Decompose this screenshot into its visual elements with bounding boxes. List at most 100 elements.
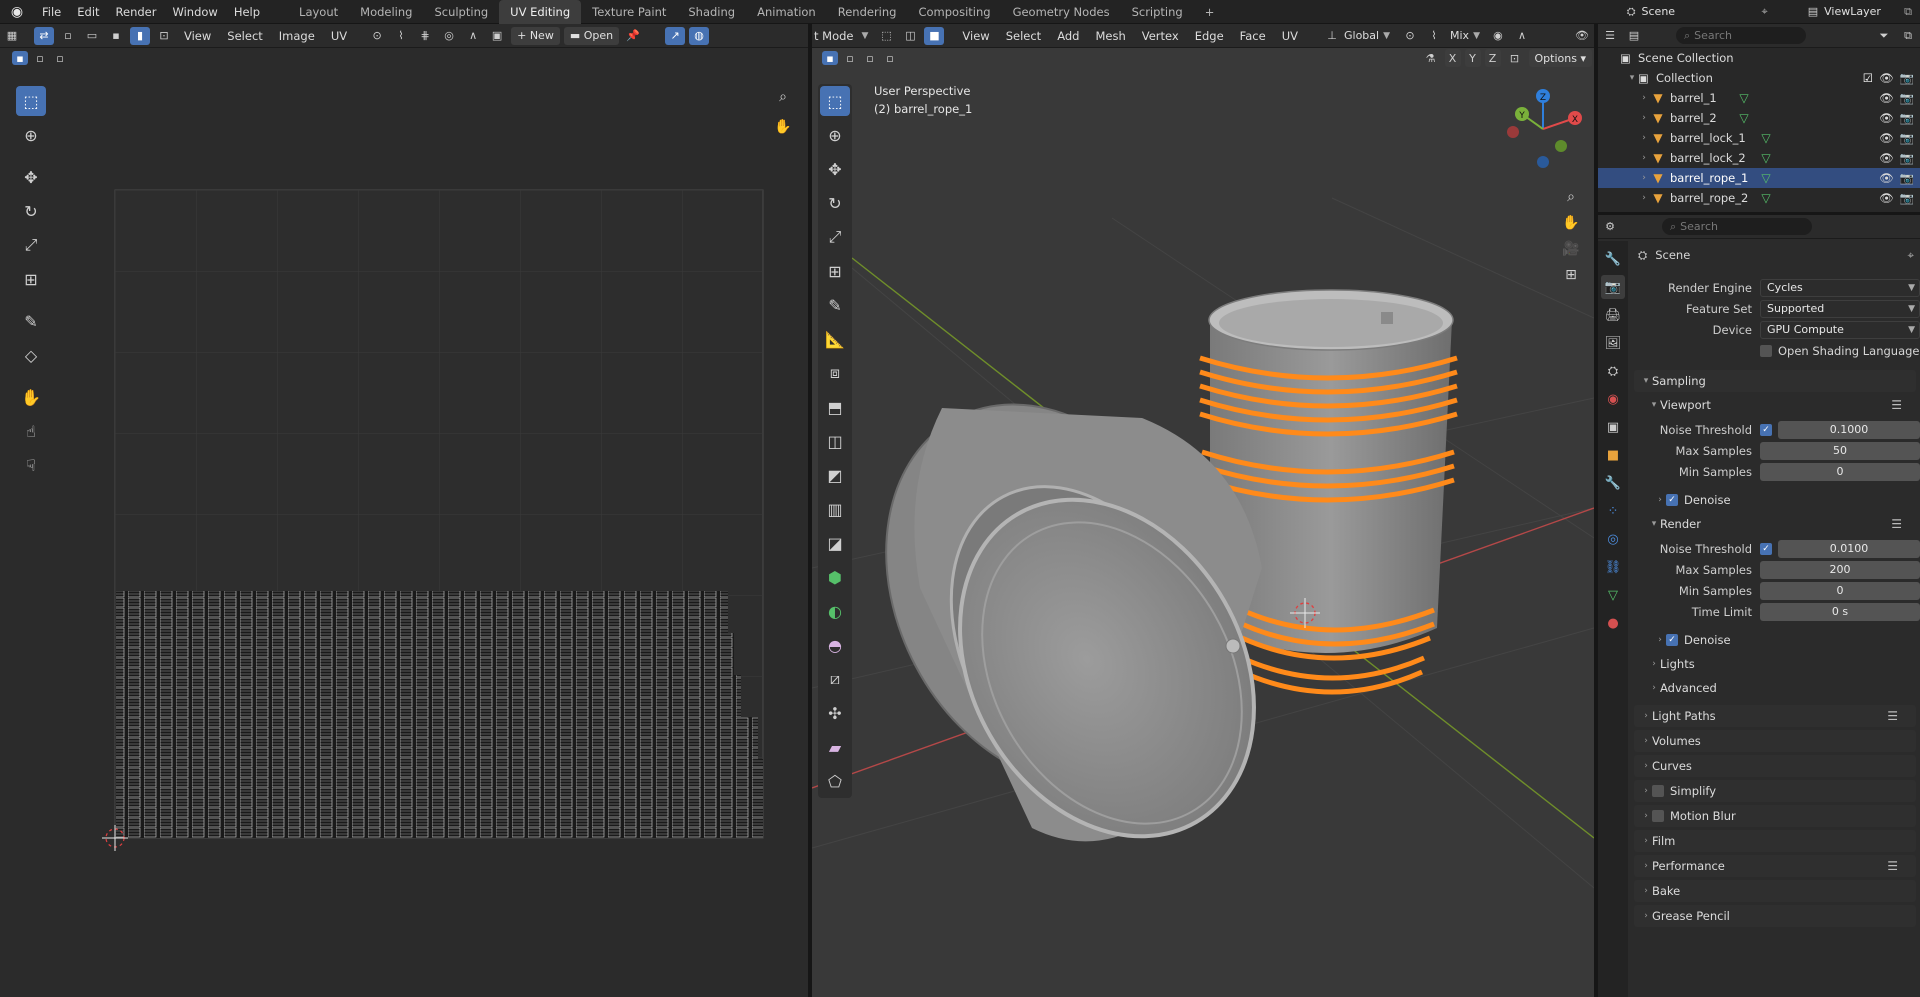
uv-menu-image[interactable]: Image bbox=[271, 29, 323, 43]
edge-mode-icon[interactable]: ◫ bbox=[900, 27, 920, 45]
render-camera-icon[interactable]: 📷 bbox=[1900, 151, 1914, 165]
vp-denoise-subpanel[interactable]: › ✓ Denoise bbox=[1630, 490, 1920, 510]
render-engine-dropdown[interactable]: Cycles ▼ bbox=[1760, 278, 1920, 297]
performance-panel[interactable]: › Performance ☰ bbox=[1634, 855, 1916, 877]
film-panel[interactable]: › Film bbox=[1634, 830, 1916, 852]
viewport-subpanel-header[interactable]: ▾ Viewport ☰ bbox=[1630, 395, 1920, 415]
properties-editor-type-icon[interactable]: ⚙ bbox=[1600, 218, 1620, 236]
vp-rotate-tool-icon[interactable]: ↻ bbox=[820, 188, 850, 218]
viewport-menu-mesh[interactable]: Mesh bbox=[1087, 29, 1133, 43]
menu-render[interactable]: Render bbox=[108, 0, 165, 24]
auto-merge-icon[interactable]: ⊡ bbox=[1505, 49, 1525, 67]
vp-noise-threshold-checkbox[interactable]: ✓ bbox=[1760, 423, 1772, 436]
mesh-data-icon[interactable]: ▽ bbox=[1758, 171, 1774, 185]
advanced-subpanel[interactable]: › Advanced bbox=[1630, 678, 1920, 698]
visibility-eye-icon[interactable]: 👁 bbox=[1879, 131, 1894, 145]
vp-add-cube-tool-icon[interactable]: ⧈ bbox=[820, 358, 850, 388]
simplify-panel[interactable]: › Simplify bbox=[1634, 780, 1916, 802]
mirror-y-toggle[interactable]: Y bbox=[1464, 49, 1481, 67]
vp-loop-cut-tool-icon[interactable]: ▥ bbox=[820, 494, 850, 524]
tab-geometry-nodes[interactable]: Geometry Nodes bbox=[1002, 0, 1121, 24]
viewport-menu-uv[interactable]: UV bbox=[1274, 29, 1306, 43]
snap-mode-selector[interactable]: Mix bbox=[1450, 29, 1469, 42]
viewport-menu-add[interactable]: Add bbox=[1049, 29, 1087, 43]
expand-icon[interactable]: › bbox=[1638, 153, 1650, 163]
viewport-scene[interactable] bbox=[812, 68, 1594, 997]
r-noise-threshold-field[interactable]: 0.0100 bbox=[1778, 539, 1920, 558]
viewport-menu-face[interactable]: Face bbox=[1232, 29, 1274, 43]
vertex-select-icon[interactable]: ▫ bbox=[58, 27, 78, 45]
vp-measure-tool-icon[interactable]: 📐 bbox=[820, 324, 850, 354]
uv-canvas[interactable] bbox=[0, 68, 808, 997]
select-new-icon[interactable]: ▪ bbox=[12, 51, 28, 65]
proportional-edit-icon[interactable]: ◎ bbox=[439, 27, 459, 45]
menu-window[interactable]: Window bbox=[164, 0, 225, 24]
vp-min-samples-field[interactable]: 0 bbox=[1760, 462, 1920, 481]
constraints-tab-icon[interactable]: ⛓ bbox=[1601, 555, 1625, 579]
view-layer-selector[interactable]: ViewLayer bbox=[1824, 5, 1904, 18]
vp-shrink-tool-icon[interactable]: ✣ bbox=[820, 698, 850, 728]
outliner-item[interactable]: › ▼ barrel_rope_2 ▽ 👁 📷 bbox=[1598, 188, 1920, 208]
display-mode-icon[interactable]: ▤ bbox=[1624, 27, 1644, 45]
viewport-menu-view[interactable]: View bbox=[954, 29, 997, 43]
vp-extrude-tool-icon[interactable]: ⬒ bbox=[820, 392, 850, 422]
mesh-data-icon[interactable]: ▽ bbox=[1758, 191, 1774, 205]
pivot-icon[interactable]: ⊙ bbox=[367, 27, 387, 45]
tab-uv-editing[interactable]: UV Editing bbox=[499, 0, 582, 24]
editor-type-icon[interactable]: ▦ bbox=[2, 27, 22, 45]
vp-select-box-tool-icon[interactable]: ⬚ bbox=[820, 86, 850, 116]
collection-tab-icon[interactable]: ▣ bbox=[1601, 415, 1625, 439]
feature-set-dropdown[interactable]: Supported ▼ bbox=[1760, 299, 1920, 318]
scene-collection-row[interactable]: ▣ Scene Collection bbox=[1598, 48, 1920, 68]
motion-blur-checkbox[interactable] bbox=[1652, 810, 1664, 822]
filter-icon[interactable]: ⏷ bbox=[1874, 27, 1894, 45]
mode-selector[interactable]: t Mode bbox=[812, 29, 862, 43]
outliner-item[interactable]: › ▼ barrel_rope_1 ▽ 👁 📷 bbox=[1598, 168, 1920, 188]
menu-file[interactable]: File bbox=[34, 0, 69, 24]
r-denoise-subpanel[interactable]: › ✓ Denoise bbox=[1630, 630, 1920, 650]
viewport-select-invert-icon[interactable]: ▫ bbox=[882, 51, 898, 65]
physics-tab-icon[interactable]: ◎ bbox=[1601, 527, 1625, 551]
pivot-point-icon[interactable]: ⊙ bbox=[1400, 27, 1420, 45]
vertex-mode-icon[interactable]: ⬚ bbox=[876, 27, 896, 45]
image-browse-icon[interactable]: ▣ bbox=[487, 27, 507, 45]
uv-overlay-icon[interactable]: ◍ bbox=[689, 26, 710, 45]
r-noise-threshold-checkbox[interactable]: ✓ bbox=[1760, 542, 1772, 555]
viewport-menu-edge[interactable]: Edge bbox=[1187, 29, 1232, 43]
object-tab-icon[interactable]: ■ bbox=[1601, 443, 1625, 467]
viewport-select-extend-icon[interactable]: ▫ bbox=[842, 51, 858, 65]
collection-expand-icon[interactable]: ▾ bbox=[1626, 73, 1638, 83]
visibility-eye-icon[interactable]: 👁 bbox=[1879, 111, 1894, 125]
grease-pencil-panel[interactable]: › Grease Pencil bbox=[1634, 905, 1916, 927]
vp-shear-tool-icon[interactable]: ▰ bbox=[820, 732, 850, 762]
mesh-data-icon[interactable]: ▽ bbox=[1736, 111, 1752, 125]
tool-tab-icon[interactable]: 🔧 bbox=[1601, 247, 1625, 271]
visibility-eye-icon[interactable]: 👁 bbox=[1879, 91, 1894, 105]
mesh-data-icon[interactable]: ▽ bbox=[1758, 151, 1774, 165]
pin-scene-icon[interactable]: ⌖ bbox=[1762, 5, 1768, 19]
pin-image-icon[interactable]: 📌 bbox=[623, 27, 643, 45]
light-paths-presets-icon[interactable]: ☰ bbox=[1887, 709, 1898, 723]
r-min-samples-field[interactable]: 0 bbox=[1760, 581, 1920, 600]
proportional-falloff-icon[interactable]: ∧ bbox=[1512, 27, 1532, 45]
viewport-menu-select[interactable]: Select bbox=[998, 29, 1049, 43]
modifier-tab-icon[interactable]: 🔧 bbox=[1601, 471, 1625, 495]
vp-knife-tool-icon[interactable]: ◪ bbox=[820, 528, 850, 558]
orientation-icon[interactable]: ⊥ bbox=[1322, 27, 1342, 45]
curves-panel[interactable]: › Curves bbox=[1634, 755, 1916, 777]
scene-selector[interactable]: Scene bbox=[1642, 5, 1762, 18]
r-max-samples-field[interactable]: 200 bbox=[1760, 560, 1920, 579]
volumes-panel[interactable]: › Volumes bbox=[1634, 730, 1916, 752]
navigation-gizmo[interactable]: Z X Y bbox=[1498, 84, 1588, 174]
outliner-item[interactable]: › ▼ barrel_2 ▽ 👁 📷 bbox=[1598, 108, 1920, 128]
render-camera-icon[interactable]: 📷 bbox=[1900, 131, 1914, 145]
scene-tab-icon[interactable]: ⛭ bbox=[1601, 359, 1625, 383]
light-paths-panel[interactable]: › Light Paths ☰ bbox=[1634, 705, 1916, 727]
uv-menu-uv[interactable]: UV bbox=[323, 29, 355, 43]
mesh-data-icon[interactable]: ▽ bbox=[1758, 131, 1774, 145]
render-camera-icon[interactable]: 📷 bbox=[1900, 91, 1914, 105]
material-tab-icon[interactable]: ● bbox=[1601, 611, 1625, 635]
outliner-editor-type-icon[interactable]: ☰ bbox=[1600, 27, 1620, 45]
proportional-toggle-icon[interactable]: ◉ bbox=[1488, 27, 1508, 45]
render-subpanel-header[interactable]: ▾ Render ☰ bbox=[1630, 514, 1920, 534]
